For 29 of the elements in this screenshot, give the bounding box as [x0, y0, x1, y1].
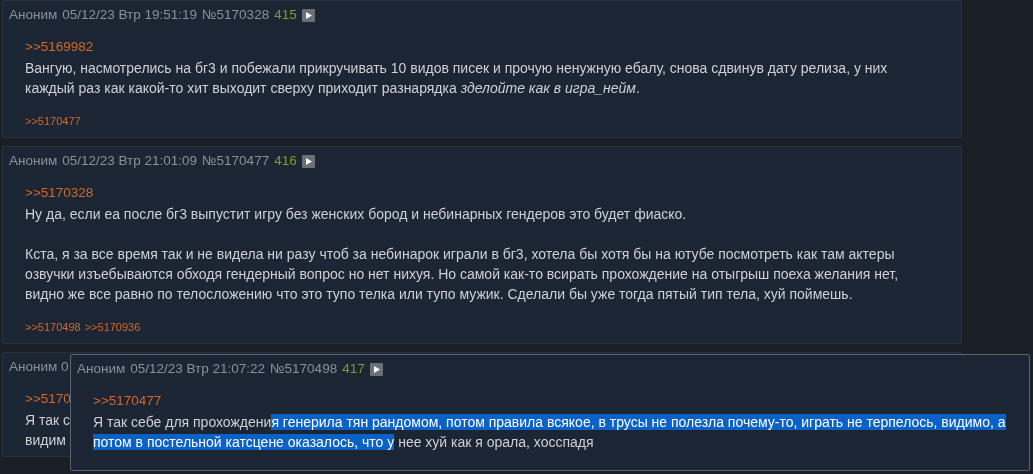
author-name: Аноним — [9, 152, 58, 170]
post-count: 417 — [342, 360, 365, 378]
post-text: видим — [25, 431, 66, 450]
reply-link[interactable]: >>5169982 — [25, 36, 94, 58]
author-name: Аноним — [9, 6, 58, 24]
post-date: 05/12/23 Втр 21:07:22 — [130, 360, 266, 378]
post-text: Я так себе для прохождения генерила тян рандомом, потом правила всякое, в трусы не полезла почему-то, играть не терпелось, видимо, а потом в постельной катсцене оказалось, что у нее хуй как я орала, хосспадя — [93, 413, 1007, 452]
reply-link[interactable]: >>5170 — [25, 388, 71, 410]
post-number[interactable]: №5170477 — [202, 151, 270, 171]
post-date: 05/12/23 Втр 19:51:19 — [62, 6, 198, 24]
reply-link[interactable]: >>5170328 — [25, 182, 94, 204]
play-icon[interactable] — [369, 362, 383, 376]
reply-link[interactable]: >>5170477 — [93, 390, 162, 412]
post-count: 415 — [274, 6, 297, 24]
author-name: Аноним — [77, 360, 126, 378]
post-count: 416 — [274, 152, 297, 170]
post-header: Аноним 0 — [9, 358, 69, 376]
post-text: Ну да, если еа после бг3 выпустит игру без женских бород и небинарных гендеров это будет фиаско. — [25, 205, 688, 224]
play-icon[interactable] — [301, 8, 315, 22]
backlink[interactable]: >>5170498 — [25, 319, 81, 335]
post-number[interactable]: №5170498 — [270, 359, 338, 379]
backlink[interactable]: >>5170477 — [25, 113, 81, 129]
backlink[interactable]: >>5170936 — [84, 319, 141, 335]
post-date: 05/12/23 Втр 21:01:09 — [62, 152, 198, 170]
post-text: Кста, я за все время так и не видела ни разу чтоб за небинарок играли в бг3, хотела бы хотя бы на ютубе посмотреть как там актеры озвучки изъебываются обходя гендерный вопрос но нет нихуя. Но самой как-то всирать прохождение на отыгрыш поеха желания нет, видно же все равно по телосложению что это тупо телка или тупо мужик. Сделали бы уже тогда пятый тип тела, хуй поймешь. — [25, 245, 900, 304]
post-text: Вангую, насмотрелись на бг3 и побежали прикручивать 10 видов писек и прочую ненужную ебалу, снова сдвинув дату релиза, у них каждый раз как какой-то хит выходит сверху приходит разнарядка зделойте как в игра_нейм. — [25, 59, 889, 98]
post-text: Я так с — [25, 411, 71, 430]
post-number[interactable]: №5170328 — [202, 5, 270, 25]
play-icon[interactable] — [301, 154, 315, 168]
